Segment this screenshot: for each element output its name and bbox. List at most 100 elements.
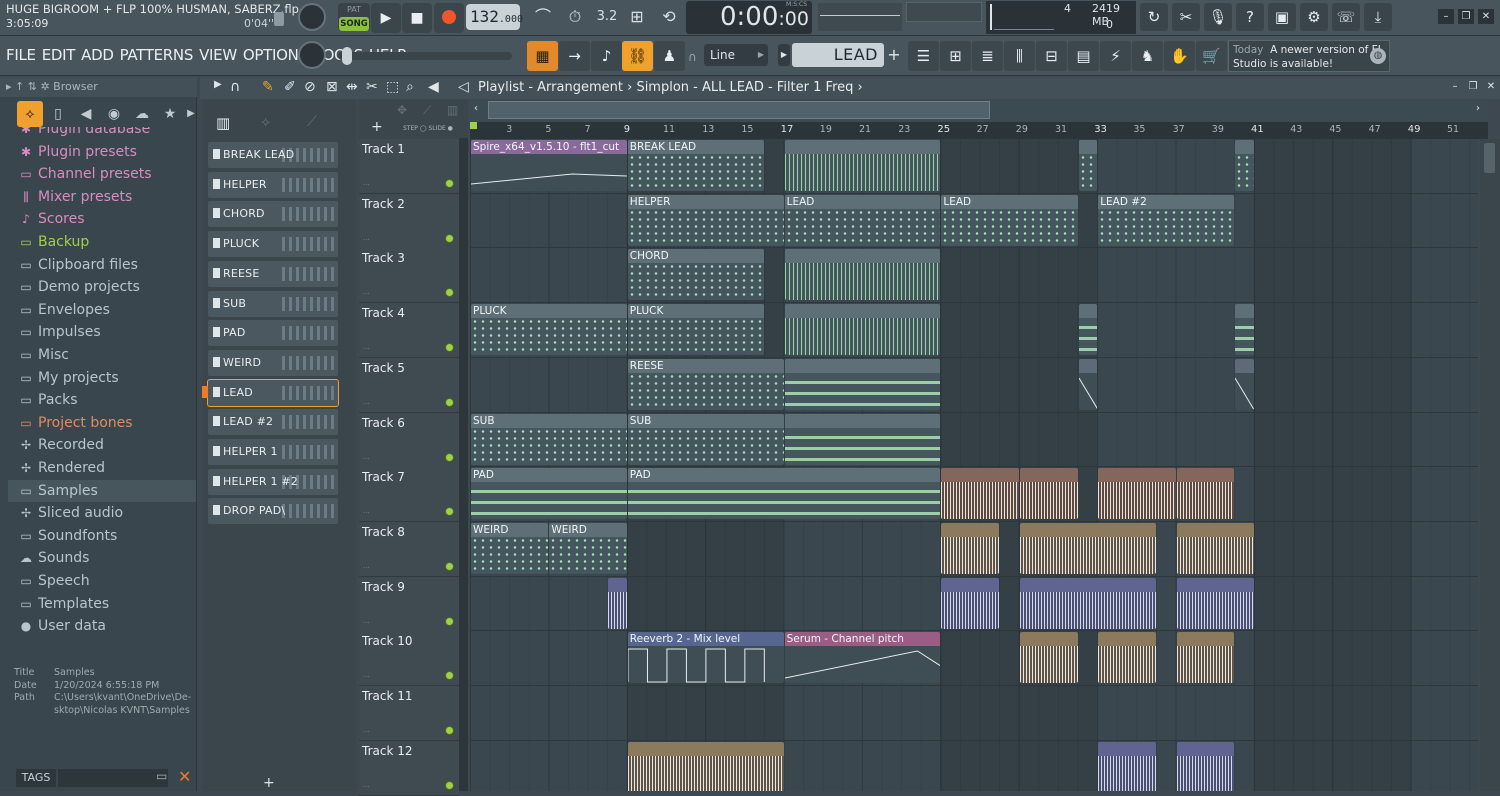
track-options-icon[interactable]: ···: [363, 619, 370, 627]
playlist-close-icon[interactable]: ✕: [1484, 80, 1498, 94]
track-options-icon[interactable]: ···: [363, 290, 370, 298]
track-enable-led[interactable]: [445, 561, 454, 571]
track-enable-led[interactable]: [445, 726, 454, 735]
master-pitch-knob[interactable]: [298, 41, 326, 69]
snap-select[interactable]: Line ▶: [704, 44, 768, 66]
track-header[interactable]: Track 12 ···: [359, 740, 459, 796]
add-pattern-button[interactable]: +: [886, 44, 902, 66]
browser-item-speech[interactable]: ▭ Speech: [8, 570, 196, 592]
stop-button[interactable]: ■: [402, 3, 432, 33]
playlist-clip[interactable]: Spire_x64_v1.5.10 - flt1_cut: [471, 140, 627, 191]
pencil-icon[interactable]: ✎: [262, 79, 274, 95]
pattern-item[interactable]: BREAK LEAD: [208, 142, 338, 168]
channel-rack-icon[interactable]: ≣: [972, 41, 1003, 71]
slip-icon[interactable]: ⇹: [346, 79, 358, 95]
track-options-icon[interactable]: ···: [363, 783, 370, 791]
playlist-clip[interactable]: PAD: [471, 468, 627, 520]
browser-next-icon[interactable]: ▶: [178, 101, 204, 127]
playlist-clip[interactable]: [941, 468, 1019, 520]
track-options-icon[interactable]: ···: [363, 455, 370, 463]
playlist-clip[interactable]: LEAD: [941, 194, 1078, 246]
play-button[interactable]: ▶: [371, 3, 401, 33]
pattern-item[interactable]: WEIRD: [208, 349, 338, 376]
track-options-icon[interactable]: ···: [363, 236, 370, 244]
mute-icon[interactable]: ⊠: [326, 79, 338, 95]
track-options-icon[interactable]: ···: [363, 564, 370, 572]
add-pattern-plus-button[interactable]: +: [263, 775, 275, 791]
browser-files-tab-icon[interactable]: ▯: [45, 101, 71, 127]
track-enable-led[interactable]: [445, 671, 454, 681]
playlist-clip[interactable]: SUB: [627, 413, 784, 465]
arrow-icon[interactable]: →: [559, 41, 590, 71]
playlist-clip[interactable]: WEIRD: [471, 522, 549, 574]
pattern-arrow[interactable]: ▶: [778, 44, 790, 66]
playlist-clip[interactable]: Reeverb 2 - Mix level: [627, 632, 784, 684]
plug-icon[interactable]: ⚡: [1100, 41, 1131, 71]
pattern-item[interactable]: HELPER 1: [208, 439, 338, 465]
magnet-snap-icon[interactable]: ∩: [230, 79, 240, 95]
track-header[interactable]: Track 11 ···: [359, 686, 459, 741]
browser-item-demo-projects[interactable]: ▭ Demo projects: [8, 276, 196, 298]
browser-item-rendered[interactable]: ✢ Rendered: [8, 457, 196, 479]
playlist-view-icon[interactable]: ▦: [527, 41, 558, 71]
playlist-clip[interactable]: [1019, 468, 1078, 520]
pat-song-toggle[interactable]: PAT SONG: [338, 3, 370, 31]
track-enable-led[interactable]: [445, 233, 454, 243]
playlist-clip[interactable]: [1176, 577, 1254, 629]
pattern-item[interactable]: DROP PAD\: [208, 498, 338, 525]
playlist-clip[interactable]: [784, 304, 941, 356]
track-header[interactable]: Track 10 ···: [359, 631, 459, 687]
metronome-icon[interactable]: ⌒: [528, 2, 558, 32]
folder-icon[interactable]: ▭: [156, 769, 167, 783]
song-mode-label[interactable]: SONG: [339, 17, 369, 31]
browser-item-envelopes[interactable]: ▭ Envelopes: [8, 299, 196, 321]
playlist-clip[interactable]: [1235, 140, 1254, 191]
tempo-display[interactable]: 132.000: [466, 4, 523, 30]
pattern-item[interactable]: CHORD: [208, 201, 338, 228]
track-enable-led[interactable]: [445, 452, 454, 462]
track-options-icon[interactable]: ···: [363, 400, 370, 408]
pattern-item[interactable]: PLUCK: [208, 231, 338, 258]
tags-button[interactable]: TAGS: [16, 769, 56, 787]
master-slider[interactable]: [338, 47, 512, 65]
pat-mode-label[interactable]: PAT: [338, 3, 370, 16]
browser-item-recorded[interactable]: ✢ Recorded: [8, 434, 196, 456]
track-header[interactable]: Track 9 ···: [359, 576, 459, 632]
touch-keyboard-icon[interactable]: ♞: [1132, 41, 1163, 71]
playlist-clip[interactable]: HELPER: [627, 194, 784, 246]
playlist-clip[interactable]: PAD: [627, 468, 941, 520]
mixer-icon[interactable]: ⫼: [1004, 41, 1035, 71]
playlist-clip[interactable]: [1078, 358, 1098, 410]
playlist-clip[interactable]: [1019, 577, 1156, 629]
playlist-clip[interactable]: [1235, 304, 1254, 356]
browser-item-scores[interactable]: ♪ Scores: [8, 208, 196, 230]
track-header[interactable]: Track 4 ···: [359, 303, 459, 359]
pattern-item[interactable]: LEAD #2: [208, 409, 338, 436]
record-button[interactable]: [434, 3, 464, 33]
track-enable-led[interactable]: [445, 288, 454, 298]
help-icon[interactable]: ?: [1236, 3, 1264, 31]
playlist-clip[interactable]: PLUCK: [627, 304, 764, 356]
browser-item-channel-presets[interactable]: ▭ Channel presets: [8, 163, 196, 185]
playlist-icon[interactable]: ☰: [908, 41, 939, 71]
browser-nav-icon[interactable]: ▸ ↑ ⇅ ✲: [6, 80, 53, 93]
add-track-button[interactable]: +: [371, 119, 383, 135]
track-enable-led[interactable]: [445, 343, 454, 353]
track-header[interactable]: Track 3 ···: [359, 248, 459, 304]
patterns-tab-icon[interactable]: ▥: [216, 114, 230, 132]
playlist-clip[interactable]: BREAK LEAD: [627, 140, 764, 191]
playlist-clip[interactable]: [1176, 522, 1254, 574]
browser-item-plugin-database[interactable]: ✱ Plugin database: [8, 127, 196, 140]
master-volume-knob[interactable]: [298, 3, 326, 31]
playlist-clip[interactable]: [1176, 468, 1235, 520]
pattern-item[interactable]: SUB: [208, 290, 338, 317]
playlist-clip[interactable]: [941, 577, 1000, 629]
delete-icon[interactable]: ⊘: [304, 79, 316, 95]
undo-icon[interactable]: ↻: [1140, 3, 1168, 31]
restore-icon[interactable]: ❐: [1458, 9, 1474, 24]
browser-item-my-projects[interactable]: ▭ My projects: [8, 367, 196, 389]
playlist-clip[interactable]: CHORD: [627, 249, 764, 301]
hand-icon[interactable]: ✋: [1164, 41, 1195, 71]
browser-cloud-tab-icon[interactable]: ☁: [129, 101, 155, 127]
track-options-icon[interactable]: ···: [363, 181, 370, 189]
